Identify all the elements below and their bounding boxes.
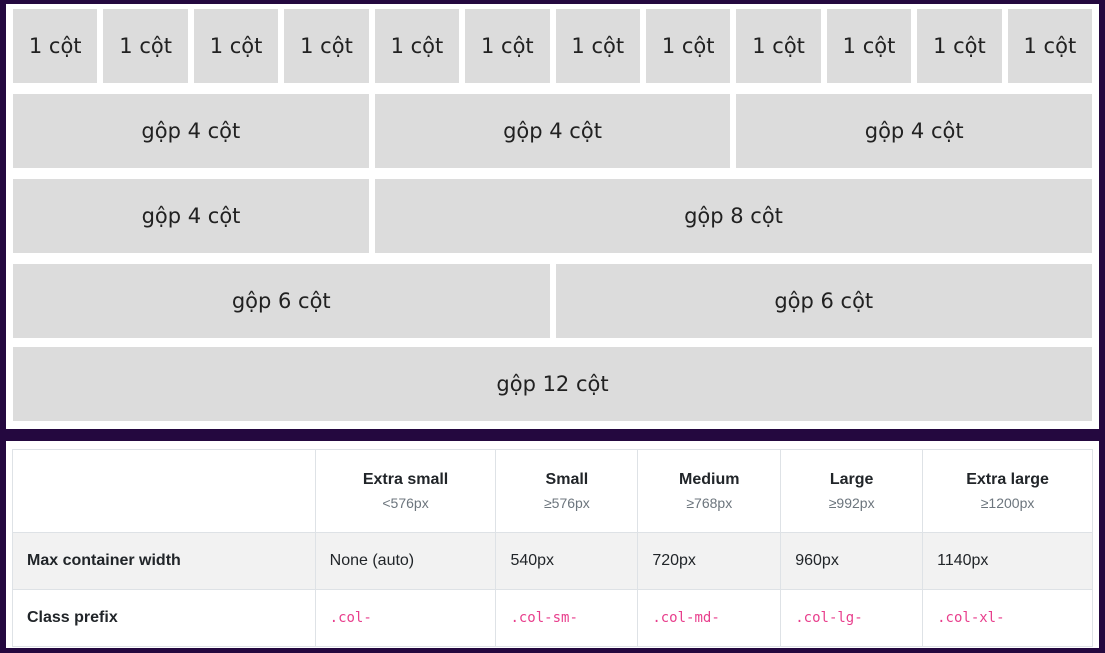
- grid-cell: gộp 4 cột: [736, 94, 1093, 168]
- grid-row-12: gộp 12 cột: [13, 347, 1092, 421]
- header-breakpoint: ≥576px: [543, 495, 590, 511]
- row-label: Class prefix: [12, 589, 316, 647]
- grid-cell: gộp 6 cột: [13, 264, 550, 338]
- table-cell: 960px: [780, 532, 924, 590]
- grid-cell: 1 cột: [917, 9, 1002, 83]
- table-cell: .col-md-: [637, 589, 782, 647]
- header-title: Medium: [679, 471, 740, 488]
- grid-cell: 1 cột: [374, 9, 460, 83]
- table-cell: None (auto): [314, 532, 497, 590]
- class-prefix-code: .col-md-: [652, 610, 720, 626]
- table-header-cell: Extra large ≥1200px: [922, 449, 1093, 533]
- grid-cell: 1 cột: [645, 9, 731, 83]
- table-header-cell: Small ≥576px: [495, 449, 639, 533]
- row-label: Max container width: [12, 532, 316, 590]
- table-header-cell: Medium ≥768px: [637, 449, 782, 533]
- table-header-row: Extra small <576px Small ≥576px Medium ≥…: [12, 449, 1093, 533]
- grid-cell: 1 cột: [465, 9, 550, 83]
- grid-cell: gộp 8 cột: [375, 179, 1092, 253]
- table-cell: 1140px: [922, 532, 1093, 590]
- table-header-cell: [12, 449, 316, 533]
- class-prefix-code: .col-xl-: [937, 610, 1005, 626]
- table-cell: .col-lg-: [780, 589, 924, 647]
- grid-row-1-col: 1 cột 1 cột 1 cột 1 cột 1 cột 1 cột 1 cộ…: [13, 9, 1093, 83]
- table-row: Max container width None (auto) 540px 72…: [12, 532, 1093, 590]
- header-title: Extra large: [966, 471, 1049, 488]
- grid-row-4-8: gộp 4 cột gộp 8 cột: [13, 179, 1092, 253]
- grid-cell: gộp 4 cột: [13, 94, 369, 168]
- grid-row-6-6: gộp 6 cột gộp 6 cột: [13, 264, 1092, 338]
- header-breakpoint: ≥1200px: [980, 495, 1035, 511]
- header-title: Extra small: [362, 471, 449, 488]
- table-cell: 720px: [637, 532, 782, 590]
- table-cell: .col-: [314, 589, 497, 647]
- grid-cell: gộp 6 cột: [555, 264, 1092, 338]
- grid-cell: 1 cột: [1007, 9, 1093, 83]
- grid-cell: 1 cột: [826, 9, 912, 83]
- table-row: Class prefix .col- .col-sm- .col-md- .co…: [12, 589, 1093, 647]
- header-breakpoint: <576px: [382, 495, 429, 511]
- grid-cell: 1 cột: [284, 9, 369, 83]
- table-cell: .col-sm-: [495, 589, 639, 647]
- grid-cell: gộp 4 cột: [13, 179, 369, 253]
- grid-demo-panel: 1 cột 1 cột 1 cột 1 cột 1 cột 1 cột 1 cộ…: [6, 4, 1099, 429]
- table-cell: .col-xl-: [922, 589, 1093, 647]
- header-breakpoint: ≥992px: [828, 495, 875, 511]
- grid-cell: 1 cột: [103, 9, 188, 83]
- table-header-cell: Large ≥992px: [780, 449, 924, 533]
- grid-cell: 1 cột: [555, 9, 640, 83]
- grid-row-4-4-4: gộp 4 cột gộp 4 cột gộp 4 cột: [13, 94, 1093, 168]
- header-title: Small: [545, 471, 589, 488]
- grid-cell: gộp 12 cột: [13, 347, 1092, 421]
- grid-cell: 1 cột: [193, 9, 279, 83]
- class-prefix-code: .col-: [329, 610, 372, 626]
- table-header-cell: Extra small <576px: [314, 449, 497, 533]
- header-title: Large: [829, 471, 874, 488]
- header-breakpoint: ≥768px: [686, 495, 733, 511]
- breakpoints-table: Extra small <576px Small ≥576px Medium ≥…: [12, 449, 1093, 647]
- class-prefix-code: .col-lg-: [795, 610, 863, 626]
- table-cell: 540px: [495, 532, 639, 590]
- class-prefix-code: .col-sm-: [510, 610, 578, 626]
- grid-cell: 1 cột: [736, 9, 821, 83]
- grid-cell: gộp 4 cột: [374, 94, 731, 168]
- breakpoints-panel: Extra small <576px Small ≥576px Medium ≥…: [6, 441, 1099, 648]
- grid-cell: 1 cột: [13, 9, 98, 83]
